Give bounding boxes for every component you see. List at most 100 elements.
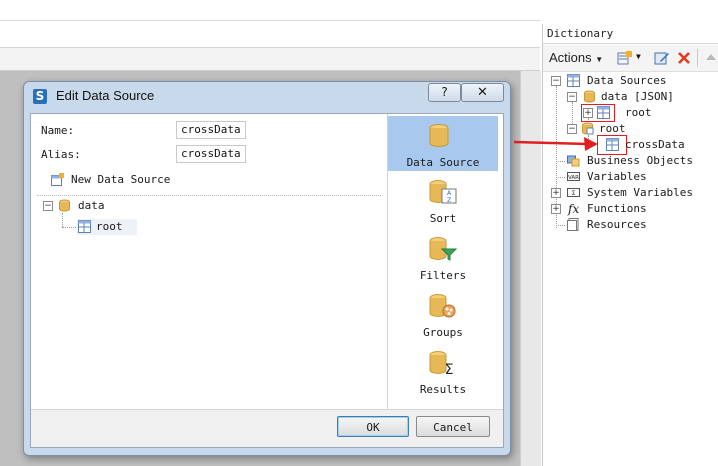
tree-item-root-table[interactable]: + root bbox=[581, 104, 718, 122]
data-sources-icon bbox=[567, 74, 580, 87]
editor-ruler bbox=[0, 48, 540, 71]
dialog-body: Name: Alias: New Data Source − data root bbox=[30, 113, 504, 448]
tree-label: System Variables bbox=[587, 186, 693, 199]
tree-item-data[interactable]: − data bbox=[43, 198, 243, 214]
delete-icon[interactable] bbox=[676, 50, 692, 66]
expand-icon[interactable]: + bbox=[551, 204, 561, 214]
side-item-data-source[interactable]: Data Source bbox=[388, 116, 498, 171]
dictionary-panel: Dictionary Actions ▼ ▼ − Data Sources − bbox=[542, 24, 718, 466]
side-item-label: Filters bbox=[419, 269, 467, 282]
ok-button[interactable]: OK bbox=[337, 416, 409, 437]
tree-item-system-variables[interactable]: + Σ System Variables bbox=[551, 185, 718, 201]
table-icon bbox=[606, 138, 619, 151]
side-item-label: Results bbox=[419, 383, 467, 396]
tree-item-crossdata[interactable]: crossData bbox=[597, 135, 718, 155]
tree-label: crossData bbox=[625, 138, 685, 151]
svg-text:Σ: Σ bbox=[445, 362, 454, 375]
database-icon bbox=[429, 124, 449, 147]
new-item-icon[interactable] bbox=[617, 50, 633, 66]
expand-icon[interactable]: + bbox=[551, 188, 561, 198]
new-item-dropdown-icon[interactable]: ▼ bbox=[636, 52, 641, 61]
dictionary-separator bbox=[543, 43, 718, 44]
name-label: Name: bbox=[41, 124, 75, 137]
toolbar-divider bbox=[697, 49, 698, 67]
database-icon bbox=[584, 90, 595, 103]
table-icon bbox=[78, 220, 91, 233]
svg-text:VAR: VAR bbox=[568, 175, 579, 181]
edit-icon[interactable] bbox=[654, 50, 670, 66]
tree-label: root bbox=[625, 106, 652, 119]
tree-item-variables[interactable]: VAR Variables bbox=[551, 169, 718, 185]
help-button[interactable]: ? bbox=[428, 83, 461, 102]
dialog-title: Edit Data Source bbox=[56, 88, 155, 103]
table-icon bbox=[597, 106, 610, 119]
separator bbox=[37, 195, 381, 196]
collapse-icon[interactable]: − bbox=[551, 76, 561, 86]
app-logo-icon: S bbox=[33, 89, 47, 104]
tree-label: Variables bbox=[587, 170, 647, 183]
side-item-label: Data Source bbox=[406, 156, 480, 169]
tree-item-root[interactable]: root bbox=[77, 219, 137, 235]
tree-item-root-category[interactable]: − root bbox=[567, 121, 718, 137]
cancel-button[interactable]: Cancel bbox=[416, 416, 490, 437]
name-input[interactable] bbox=[176, 121, 246, 139]
expand-icon[interactable]: + bbox=[583, 108, 593, 118]
dictionary-title: Dictionary bbox=[547, 27, 614, 40]
groups-icon bbox=[429, 294, 456, 318]
collapse-icon[interactable]: − bbox=[43, 201, 53, 211]
tree-label: data bbox=[78, 199, 105, 212]
dictionary-toolbar: Actions ▼ ▼ bbox=[543, 45, 718, 72]
tree-item-business-objects[interactable]: Business Objects bbox=[551, 153, 718, 169]
folder-icon bbox=[582, 122, 594, 135]
side-item-groups[interactable]: Groups bbox=[388, 292, 498, 344]
actions-button[interactable]: Actions ▼ bbox=[549, 50, 603, 65]
tree-guide bbox=[556, 161, 565, 162]
alias-label: Alias: bbox=[41, 148, 81, 161]
database-icon bbox=[59, 199, 70, 212]
side-item-label: Sort bbox=[429, 212, 457, 225]
collapse-icon[interactable]: − bbox=[567, 92, 577, 102]
tree-item-data-sources[interactable]: − Data Sources bbox=[551, 73, 718, 89]
filter-icon bbox=[429, 237, 457, 261]
side-item-filters[interactable]: Filters bbox=[388, 235, 498, 287]
close-button[interactable]: ✕ bbox=[461, 83, 504, 102]
tree-item-functions[interactable]: + fx Functions bbox=[551, 201, 718, 217]
tree-guide bbox=[62, 227, 76, 228]
tree-label: Data Sources bbox=[587, 74, 667, 87]
tree-label: root bbox=[96, 220, 123, 233]
results-icon: Σ bbox=[429, 351, 454, 375]
resources-icon bbox=[567, 218, 579, 231]
side-item-label: Groups bbox=[423, 326, 463, 339]
collapse-icon[interactable]: − bbox=[567, 124, 577, 134]
system-variables-icon: Σ bbox=[567, 188, 580, 197]
alias-input[interactable] bbox=[176, 145, 246, 163]
tree-item-resources[interactable]: Resources bbox=[551, 217, 718, 233]
new-data-source-icon bbox=[51, 173, 64, 186]
tree-label: Business Objects bbox=[587, 154, 693, 167]
move-up-icon[interactable] bbox=[703, 50, 718, 66]
side-item-sort[interactable]: AZ Sort bbox=[388, 178, 498, 230]
business-objects-icon bbox=[567, 155, 580, 167]
editor-toolbar bbox=[0, 21, 540, 48]
tree-label: Functions bbox=[587, 202, 647, 215]
data-source-settings: Name: Alias: New Data Source − data root bbox=[31, 114, 388, 409]
svg-text:Σ: Σ bbox=[572, 190, 576, 197]
tree-label: Resources bbox=[587, 218, 647, 231]
side-item-results[interactable]: Σ Results bbox=[388, 349, 498, 401]
tree-guide bbox=[556, 225, 565, 226]
svg-text:Z: Z bbox=[447, 197, 451, 204]
new-data-source-label: New Data Source bbox=[71, 173, 171, 186]
tree-item-data-json[interactable]: − data [JSON] bbox=[567, 89, 718, 105]
editor-top-bar bbox=[0, 0, 540, 21]
tree-label: data [JSON] bbox=[601, 90, 674, 103]
actions-label: Actions bbox=[549, 50, 592, 65]
edit-data-source-dialog: S Edit Data Source ? ✕ Name: Alias: New … bbox=[23, 81, 511, 456]
function-icon: fx bbox=[568, 202, 580, 216]
dropdown-arrow-icon: ▼ bbox=[595, 55, 604, 64]
side-nav: Data Source AZ Sort Filters Groups Σ Res… bbox=[388, 114, 503, 409]
variables-icon: VAR bbox=[567, 172, 580, 181]
sort-icon: AZ bbox=[429, 180, 457, 204]
tree-guide bbox=[556, 177, 565, 178]
canvas-scrollbar[interactable] bbox=[520, 71, 541, 466]
tree-guide bbox=[62, 213, 63, 227]
